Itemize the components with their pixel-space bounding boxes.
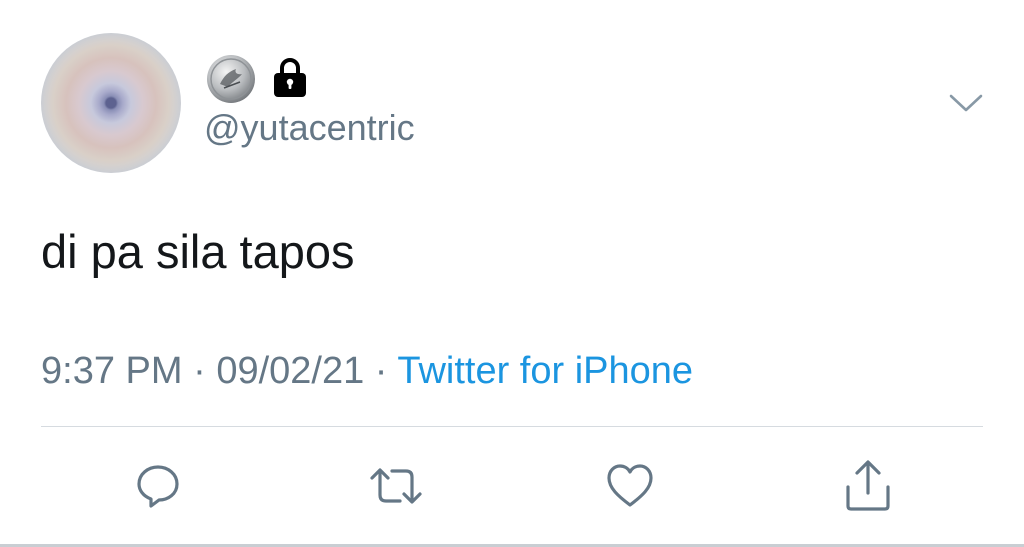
retweet-icon [370,468,422,504]
coin-icon [207,55,255,103]
chevron-down-icon[interactable] [946,88,986,118]
share-icon [846,460,890,511]
meta-separator: · [193,350,206,392]
reply-icon [137,465,179,508]
meta-separator: · [374,350,388,392]
reply-button[interactable] [130,458,186,514]
divider [41,426,983,427]
tweet-text: di pa sila tapos [41,225,355,278]
tweet-time: 9:37 PM [41,350,183,392]
like-icon [607,464,653,507]
lock-icon [274,58,306,97]
avatar[interactable] [41,33,181,173]
tweet-meta: 9:37 PM · 09/02/21 · Twitter for iPhone [41,347,693,395]
tweet-date: 09/02/21 [216,350,365,392]
like-button[interactable] [602,458,658,514]
retweet-button[interactable] [368,458,424,514]
user-handle[interactable]: @yutacentric [204,106,415,150]
share-button[interactable] [840,458,896,514]
tweet-source-link[interactable]: Twitter for iPhone [397,350,693,392]
